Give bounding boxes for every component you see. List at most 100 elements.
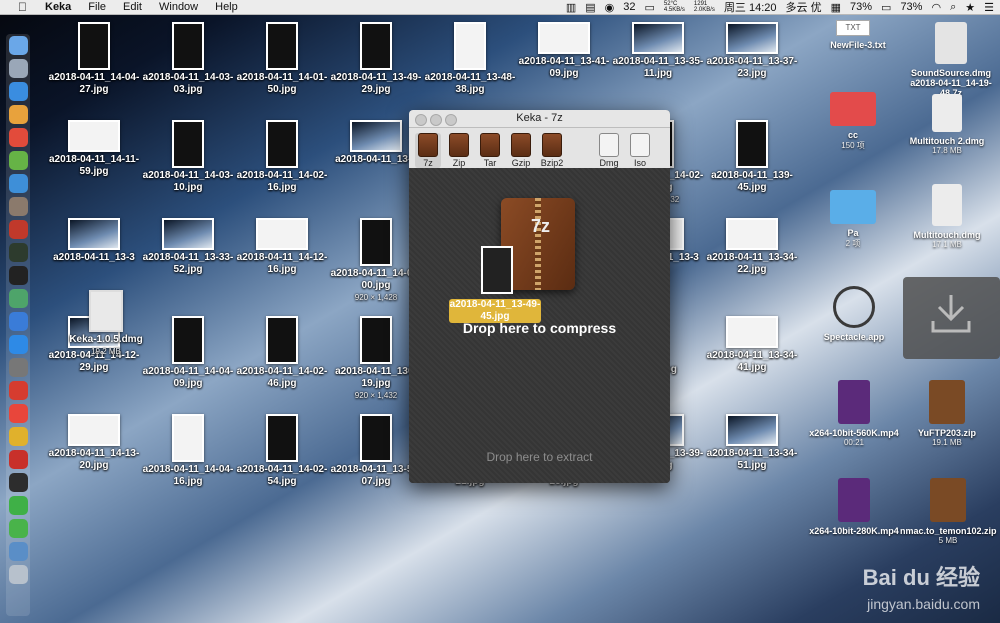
folder-pa[interactable]: Pa 2 项 — [818, 190, 888, 249]
app-icon-21[interactable] — [8, 496, 28, 515]
close-button[interactable] — [415, 114, 427, 126]
app-icon-7[interactable] — [8, 174, 28, 193]
status-icon-2[interactable]: ▤ — [585, 1, 595, 14]
app-icon-16[interactable] — [8, 381, 28, 400]
notification-icon[interactable]: ☰ — [984, 1, 994, 14]
desktop-file-item[interactable]: a2018-04-11_14-11-59.jpg — [48, 120, 140, 178]
baidu-watermark: Bai du 经验 jingyan.baidu.com — [863, 565, 980, 617]
txt-badge: TXT — [836, 20, 870, 36]
desktop-file-item[interactable]: a2018-04-11_13-33-52.jpg — [142, 218, 234, 276]
display-icon[interactable]: ▭ — [645, 1, 655, 14]
soundsource-dmg[interactable]: SoundSource.dmg a2018-04-11_14-19-48.7z — [902, 22, 1000, 98]
desktop-file-item[interactable]: a2018-04-11_13-34-41.jpg — [706, 316, 798, 374]
download-drop-area[interactable] — [903, 277, 1000, 359]
downloads-icon[interactable] — [8, 542, 28, 561]
desktop-file-item[interactable]: a2018-04-11_14-13-20.jpg — [48, 414, 140, 472]
minimize-button[interactable] — [430, 114, 442, 126]
wechat-icon[interactable]: ◉ — [605, 1, 615, 14]
wifi-icon[interactable]: ◠ — [931, 1, 941, 14]
desktop-file-item[interactable]: a2018-04-11_13-35-11.jpg — [612, 22, 704, 80]
menu-edit[interactable]: Edit — [123, 1, 142, 13]
tab-bzip2[interactable]: Bzip2 — [539, 133, 565, 168]
video-icon — [838, 380, 870, 424]
mp4-280k[interactable]: x264-10bit-280K.mp4 — [808, 478, 900, 536]
app-icon-9[interactable] — [8, 220, 28, 239]
android-icon[interactable] — [8, 151, 28, 170]
desktop-file-item[interactable]: a2018-04-11_14-03-03.jpg — [142, 22, 234, 96]
desktop-file-item[interactable]: a2018-04-11_139-45.jpg — [706, 120, 798, 194]
tab-gzip[interactable]: Gzip — [508, 133, 534, 168]
tab-7z[interactable]: 7z — [415, 133, 441, 168]
desktop-file-item[interactable]: a2018-04-11_13-48-38.jpg — [424, 22, 516, 96]
app-icon-13[interactable] — [8, 312, 28, 331]
archive-icon — [418, 133, 438, 157]
tab-tar[interactable]: Tar — [477, 133, 503, 168]
finder-icon[interactable] — [8, 36, 28, 55]
dmg-file-item[interactable]: Keka-1.0.5.dmg 19.2 MB — [60, 290, 152, 358]
trash-icon[interactable] — [8, 565, 28, 584]
tab-zip[interactable]: Zip — [446, 133, 472, 168]
desktop-file-item[interactable]: a2018-04-11_14-02-54.jpg — [236, 414, 328, 488]
yandex-icon[interactable] — [8, 404, 28, 423]
menu-app-name[interactable]: Keka — [45, 1, 71, 13]
yuftp-zip[interactable]: YuFTP203.zip 19.1 MB — [902, 380, 992, 447]
menu-window[interactable]: Window — [159, 1, 198, 13]
drop-zone[interactable]: 7z a2018-04-11_13-49-45.jpg Drop here to… — [409, 168, 670, 483]
app-icon-5[interactable] — [8, 128, 28, 147]
folder-cc-label: cc — [847, 130, 858, 140]
terminal-icon[interactable] — [8, 266, 28, 285]
mp4-560k-duration: 00:21 — [843, 438, 865, 447]
newfile-txt[interactable]: NewFile-3.txt — [818, 40, 898, 50]
app-icon-8[interactable] — [8, 197, 28, 216]
desktop-file-item[interactable]: a2018-04-11_13-41-09.jpg — [518, 22, 610, 80]
clock[interactable]: 周三 14:20 — [724, 0, 777, 15]
apple-icon[interactable]:  — [18, 0, 27, 14]
app-store-icon[interactable] — [8, 335, 28, 354]
multitouch2-dmg[interactable]: Multitouch 2.dmg 17.8 MB — [902, 94, 992, 155]
desktop-file-item[interactable]: a2018-04-11_14-04-09.jpg — [142, 316, 234, 390]
desktop-file-item[interactable]: a2018-04-11_14-03-10.jpg — [142, 120, 234, 194]
menu-help[interactable]: Help — [215, 1, 238, 13]
desktop-file-item[interactable]: a2018-04-11_14-02-16.jpg — [236, 120, 328, 194]
keka-window[interactable]: Keka - 7z 7z Zip Tar Gzip Bzip2 Dmg Iso … — [409, 110, 670, 483]
activity-monitor-icon[interactable] — [8, 243, 28, 262]
tab-gzip-label: Gzip — [511, 158, 531, 168]
wechat-dock-icon[interactable] — [8, 519, 28, 538]
multitouch-dmg[interactable]: Multitouch.dmg 17.1 MB — [902, 184, 992, 249]
desktop-file-item[interactable]: a2018-04-11_14-04-16.jpg — [142, 414, 234, 488]
launchpad-icon[interactable] — [8, 59, 28, 78]
star-icon[interactable]: ★ — [965, 1, 975, 14]
app-icon-20[interactable] — [8, 473, 28, 492]
desktop-file-item[interactable]: a2018-04-11_13-37-23.jpg — [706, 22, 798, 80]
tab-dmg[interactable]: Dmg — [596, 133, 622, 168]
file-name: a2018-04-11_14-13-20.jpg — [48, 448, 140, 471]
mp4-560k[interactable]: x264-10bit-560K.mp4 00:21 — [808, 380, 900, 447]
desktop-file-item[interactable]: a2018-04-11_13-34-51.jpg — [706, 414, 798, 472]
nmac-zip[interactable]: nmac.to_temon102.zip 5 MB — [900, 478, 997, 545]
window-titlebar[interactable]: Keka - 7z — [409, 110, 670, 128]
folder-cc[interactable]: cc 150 项 — [818, 92, 888, 151]
system-preferences-icon[interactable] — [8, 358, 28, 377]
maps-icon[interactable] — [8, 289, 28, 308]
spectacle-app[interactable]: Spectacle.app — [812, 286, 896, 342]
yuftp-size: 19.1 MB — [932, 438, 962, 447]
watermark-brand: Bai du 经验 — [862, 565, 980, 590]
desktop-file-item[interactable]: a2018-04-11_14-12-16.jpg — [236, 218, 328, 276]
weather[interactable]: 多云 优 — [786, 0, 822, 15]
battery-icon[interactable]: ▭ — [881, 1, 891, 14]
chrome-icon[interactable] — [8, 427, 28, 446]
desktop-file-item[interactable]: a2018-04-11_13-49-29.jpg — [330, 22, 422, 96]
spotlight-icon[interactable]: ⌕ — [950, 1, 956, 14]
contacts-icon[interactable] — [8, 105, 28, 124]
desktop-file-item[interactable]: a2018-04-11_14-01-50.jpg — [236, 22, 328, 96]
status-icon-1[interactable]: ▥ — [566, 1, 576, 14]
desktop-file-item[interactable]: a2018-04-11_14-02-46.jpg — [236, 316, 328, 390]
vivaldi-icon[interactable] — [8, 450, 28, 469]
zoom-button[interactable] — [445, 114, 457, 126]
desktop-file-item[interactable]: a2018-04-11_13-34-22.jpg — [706, 218, 798, 276]
menu-file[interactable]: File — [88, 1, 106, 13]
desktop-file-item[interactable]: a2018-04-11_14-04-27.jpg — [48, 22, 140, 96]
tab-iso[interactable]: Iso — [627, 133, 653, 168]
safari-icon[interactable] — [8, 82, 28, 101]
desktop-file-item[interactable]: a2018-04-11_13-3 — [48, 218, 140, 264]
